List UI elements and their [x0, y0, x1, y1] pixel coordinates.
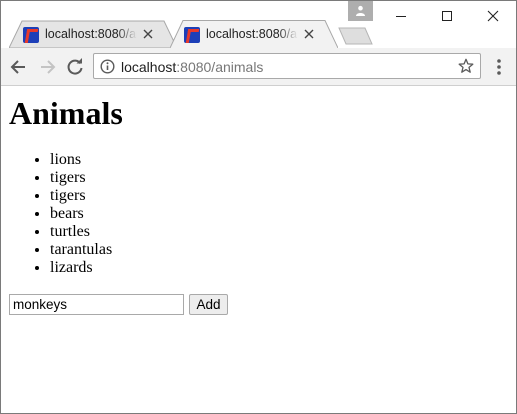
- browser-toolbar: localhost:8080/animals: [1, 48, 516, 86]
- close-window-button[interactable]: [470, 1, 516, 31]
- site-favicon: [184, 27, 200, 43]
- reload-icon[interactable]: [65, 57, 85, 77]
- add-button[interactable]: Add: [189, 294, 228, 315]
- close-icon: [487, 10, 499, 22]
- list-item: tarantulas: [50, 241, 112, 259]
- info-icon[interactable]: [100, 59, 115, 74]
- minimize-button[interactable]: [378, 1, 424, 31]
- star-icon[interactable]: [458, 58, 474, 74]
- list-item: lions: [50, 151, 112, 169]
- address-bar[interactable]: localhost:8080/animals: [93, 53, 481, 79]
- url-host: localhost: [121, 59, 177, 75]
- tab-active[interactable]: localhost:8080/animals: [170, 20, 338, 48]
- tab-strip: localhost:8080/animals localhost:8080/an…: [1, 1, 516, 48]
- tab-inactive[interactable]: localhost:8080/animals: [9, 20, 177, 48]
- list-item: bears: [50, 205, 112, 223]
- maximize-icon: [442, 11, 452, 21]
- list-item: tigers: [50, 187, 112, 205]
- page-content: Animals lions tigers tigers bears turtle…: [1, 86, 516, 413]
- animal-input[interactable]: [9, 294, 184, 315]
- three-dot-menu-icon[interactable]: [489, 57, 509, 77]
- site-favicon: [23, 27, 39, 43]
- close-icon[interactable]: [143, 29, 153, 39]
- maximize-button[interactable]: [424, 1, 470, 31]
- profile-icon: [356, 5, 365, 16]
- browser-window: localhost:8080/animals localhost:8080/an…: [0, 0, 517, 414]
- list-item: tigers: [50, 169, 112, 187]
- tab-title: localhost:8080/animals: [206, 27, 298, 41]
- forward-arrow-icon[interactable]: [37, 57, 57, 77]
- page-title: Animals: [9, 95, 123, 131]
- tab-title: localhost:8080/animals: [45, 27, 137, 41]
- list-item: turtles: [50, 223, 112, 241]
- url-text[interactable]: localhost:8080/animals: [121, 59, 263, 75]
- list-item: lizards: [50, 259, 112, 277]
- animal-list: lions tigers tigers bears turtles tarant…: [1, 151, 112, 277]
- url-path: :8080/animals: [176, 59, 264, 75]
- profile-button[interactable]: [348, 1, 373, 21]
- new-tab-button[interactable]: [338, 27, 374, 45]
- minimize-icon: [396, 16, 406, 17]
- back-arrow-icon[interactable]: [9, 57, 29, 77]
- close-icon[interactable]: [304, 29, 314, 39]
